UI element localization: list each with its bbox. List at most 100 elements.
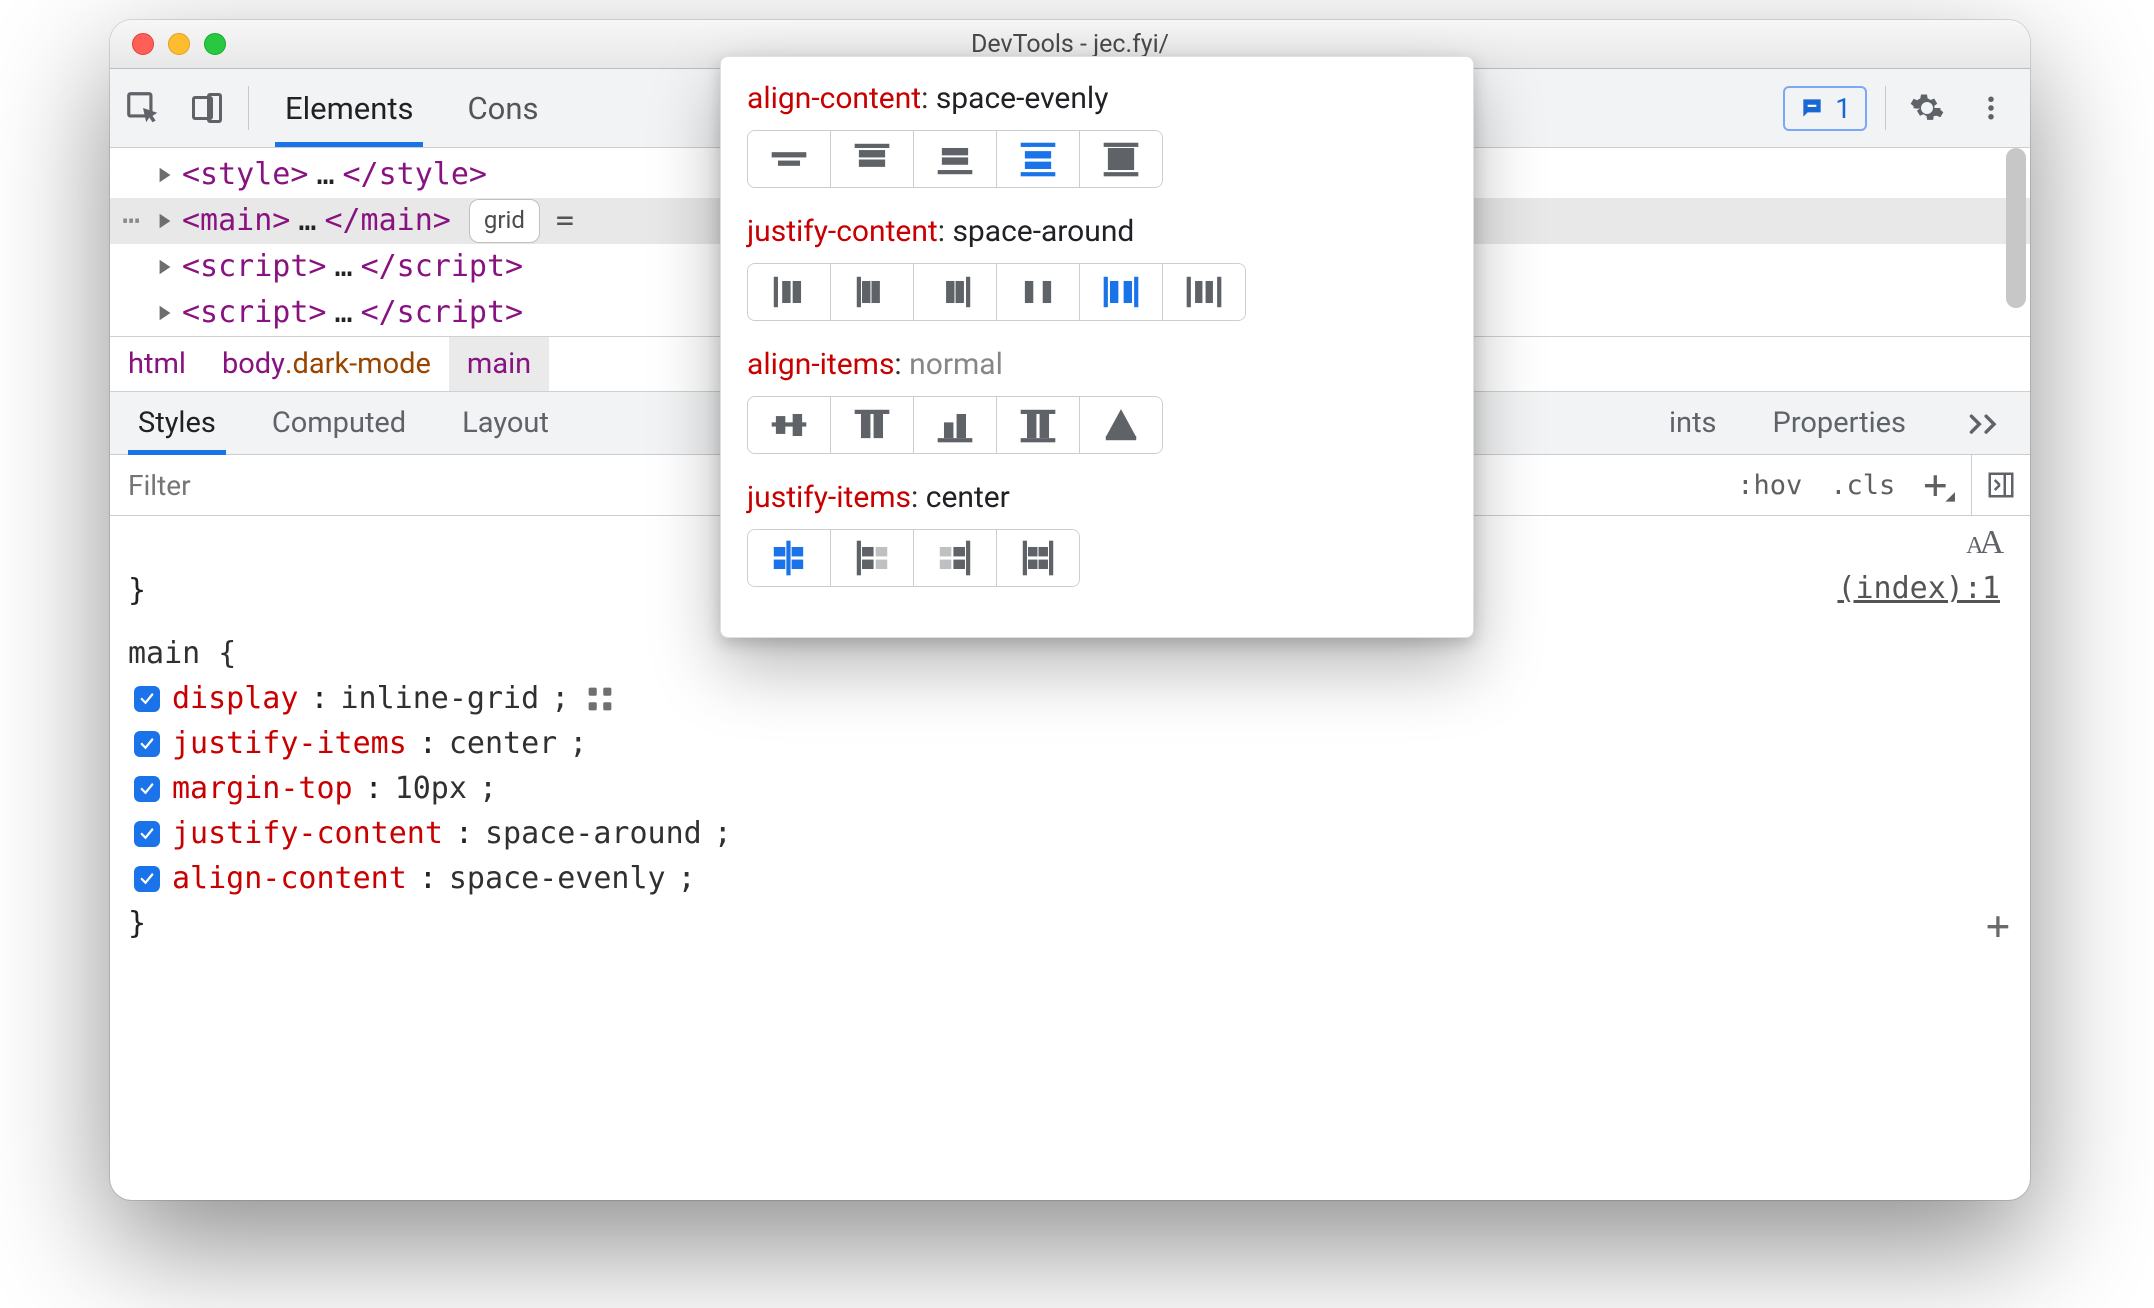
more-tabs-icon[interactable] xyxy=(1940,392,2030,454)
settings-icon[interactable] xyxy=(1904,85,1950,131)
dom-ellipsis: … xyxy=(335,244,353,291)
css-declaration[interactable]: justify-items: center; xyxy=(128,721,2010,766)
dom-tag: <script> xyxy=(182,290,327,337)
tab-console[interactable]: Cons xyxy=(449,69,556,147)
css-property[interactable]: justify-items xyxy=(172,721,407,766)
window-zoom-button[interactable] xyxy=(204,33,226,55)
css-selector[interactable]: main { xyxy=(128,631,236,676)
css-declaration[interactable]: margin-top: 10px; xyxy=(128,766,2010,811)
subtab-styles[interactable]: Styles xyxy=(110,392,244,454)
dom-tag: <main> xyxy=(182,198,290,245)
toggle-computed-sidebar-icon[interactable] xyxy=(1971,455,2030,515)
window-minimize-button[interactable] xyxy=(168,33,190,55)
toggle-declaration-checkbox[interactable] xyxy=(134,821,160,847)
subtab-properties[interactable]: Properties xyxy=(1745,392,1934,454)
issues-count: 1 xyxy=(1835,92,1851,125)
grid-editor-popover: align-content: space-evenly justify-conte… xyxy=(720,56,1474,638)
popover-option-button[interactable] xyxy=(914,264,997,320)
css-declaration[interactable]: justify-content: space-around; xyxy=(128,811,2010,856)
css-property[interactable]: margin-top xyxy=(172,766,353,811)
css-source-link[interactable]: (index):1 xyxy=(1837,566,2000,611)
popover-option-button[interactable] xyxy=(748,530,831,586)
css-declaration[interactable]: display: inline-grid; xyxy=(128,676,2010,721)
css-brace: } xyxy=(128,901,2010,946)
toggle-declaration-checkbox[interactable] xyxy=(134,776,160,802)
popover-option-button[interactable] xyxy=(997,131,1080,187)
popover-value: space-evenly xyxy=(936,81,1109,116)
device-toolbar-icon[interactable] xyxy=(184,85,230,131)
new-style-rule-icon[interactable]: +◢ xyxy=(1909,455,1971,515)
dom-tag: </main> xyxy=(324,198,450,245)
css-value[interactable]: inline-grid xyxy=(341,676,540,721)
subtab-breakpoints-partial[interactable]: ints xyxy=(1669,392,1745,454)
popover-option-button[interactable] xyxy=(997,530,1079,586)
popover-option-button[interactable] xyxy=(831,397,914,453)
popover-button-row xyxy=(747,396,1163,454)
css-property[interactable]: justify-content xyxy=(172,811,443,856)
popover-option-button[interactable] xyxy=(831,131,914,187)
popover-title: justify-content: space-around xyxy=(747,214,1447,249)
font-size-icon[interactable]: AA xyxy=(1966,524,2000,562)
popover-option-button[interactable] xyxy=(914,397,997,453)
popover-value: space-around xyxy=(952,214,1134,249)
window-close-button[interactable] xyxy=(132,33,154,55)
popover-option-button[interactable] xyxy=(914,131,997,187)
popover-prop: justify-items xyxy=(747,480,911,515)
popover-section: justify-content: space-around xyxy=(747,214,1447,321)
css-declaration[interactable]: align-content: space-evenly; xyxy=(128,856,2010,901)
more-icon[interactable] xyxy=(1968,85,2014,131)
cls-button[interactable]: .cls xyxy=(1816,455,1909,515)
breadcrumb-tag: body xyxy=(222,347,285,381)
popover-option-button[interactable] xyxy=(1080,397,1162,453)
dom-ellipsis: … xyxy=(316,152,334,199)
toggle-declaration-checkbox[interactable] xyxy=(134,731,160,757)
tab-elements[interactable]: Elements xyxy=(267,69,431,147)
breadcrumb-item[interactable]: body.dark-mode xyxy=(204,337,449,391)
css-value[interactable]: center xyxy=(449,721,557,766)
toolbar-divider xyxy=(248,86,249,130)
inspect-element-icon[interactable] xyxy=(120,85,166,131)
popover-option-button[interactable] xyxy=(997,397,1080,453)
popover-option-button[interactable] xyxy=(748,397,831,453)
add-declaration-icon[interactable]: + xyxy=(1986,896,2010,956)
popover-section: align-items: normal xyxy=(747,347,1447,454)
popover-option-button[interactable] xyxy=(1080,264,1163,320)
hov-button[interactable]: :hov xyxy=(1723,455,1816,515)
css-value[interactable]: space-evenly xyxy=(449,856,666,901)
row-menu-icon[interactable]: ⋯ xyxy=(122,198,140,245)
popover-option-button[interactable] xyxy=(997,264,1080,320)
popover-prop: justify-content xyxy=(747,214,938,249)
popover-title: align-items: normal xyxy=(747,347,1447,382)
breadcrumb-item[interactable]: html xyxy=(110,337,204,391)
grid-badge[interactable]: grid xyxy=(469,199,540,242)
subtab-computed[interactable]: Computed xyxy=(244,392,434,454)
popover-option-button[interactable] xyxy=(748,131,831,187)
css-value[interactable]: 10px xyxy=(395,766,467,811)
popover-title: justify-items: center xyxy=(747,480,1447,515)
css-property[interactable]: align-content xyxy=(172,856,407,901)
scrollbar-thumb[interactable] xyxy=(2006,148,2026,308)
breadcrumb-item-selected[interactable]: main xyxy=(449,337,549,391)
popover-value: center xyxy=(926,480,1010,515)
css-value[interactable]: space-around xyxy=(485,811,702,856)
subtab-layout[interactable]: Layout xyxy=(434,392,577,454)
popover-button-row xyxy=(747,263,1246,321)
toggle-declaration-checkbox[interactable] xyxy=(134,686,160,712)
window-title: DevTools - jec.fyi/ xyxy=(971,30,1169,59)
popover-option-button[interactable] xyxy=(831,264,914,320)
popover-option-button[interactable] xyxy=(914,530,997,586)
css-property[interactable]: display xyxy=(172,676,298,721)
issues-pill[interactable]: 1 xyxy=(1783,86,1867,131)
window-traffic-lights xyxy=(132,33,226,55)
dom-ellipsis: … xyxy=(335,290,353,337)
popover-option-button[interactable] xyxy=(1080,131,1162,187)
popover-prop: align-content xyxy=(747,81,921,116)
popover-option-button[interactable] xyxy=(1163,264,1245,320)
popover-title: align-content: space-evenly xyxy=(747,81,1447,116)
open-grid-editor-icon[interactable] xyxy=(587,686,613,712)
popover-option-button[interactable] xyxy=(831,530,914,586)
popover-option-button[interactable] xyxy=(748,264,831,320)
toggle-declaration-checkbox[interactable] xyxy=(134,866,160,892)
equals-sign: = xyxy=(556,198,574,245)
dom-tag: </script> xyxy=(361,290,524,337)
